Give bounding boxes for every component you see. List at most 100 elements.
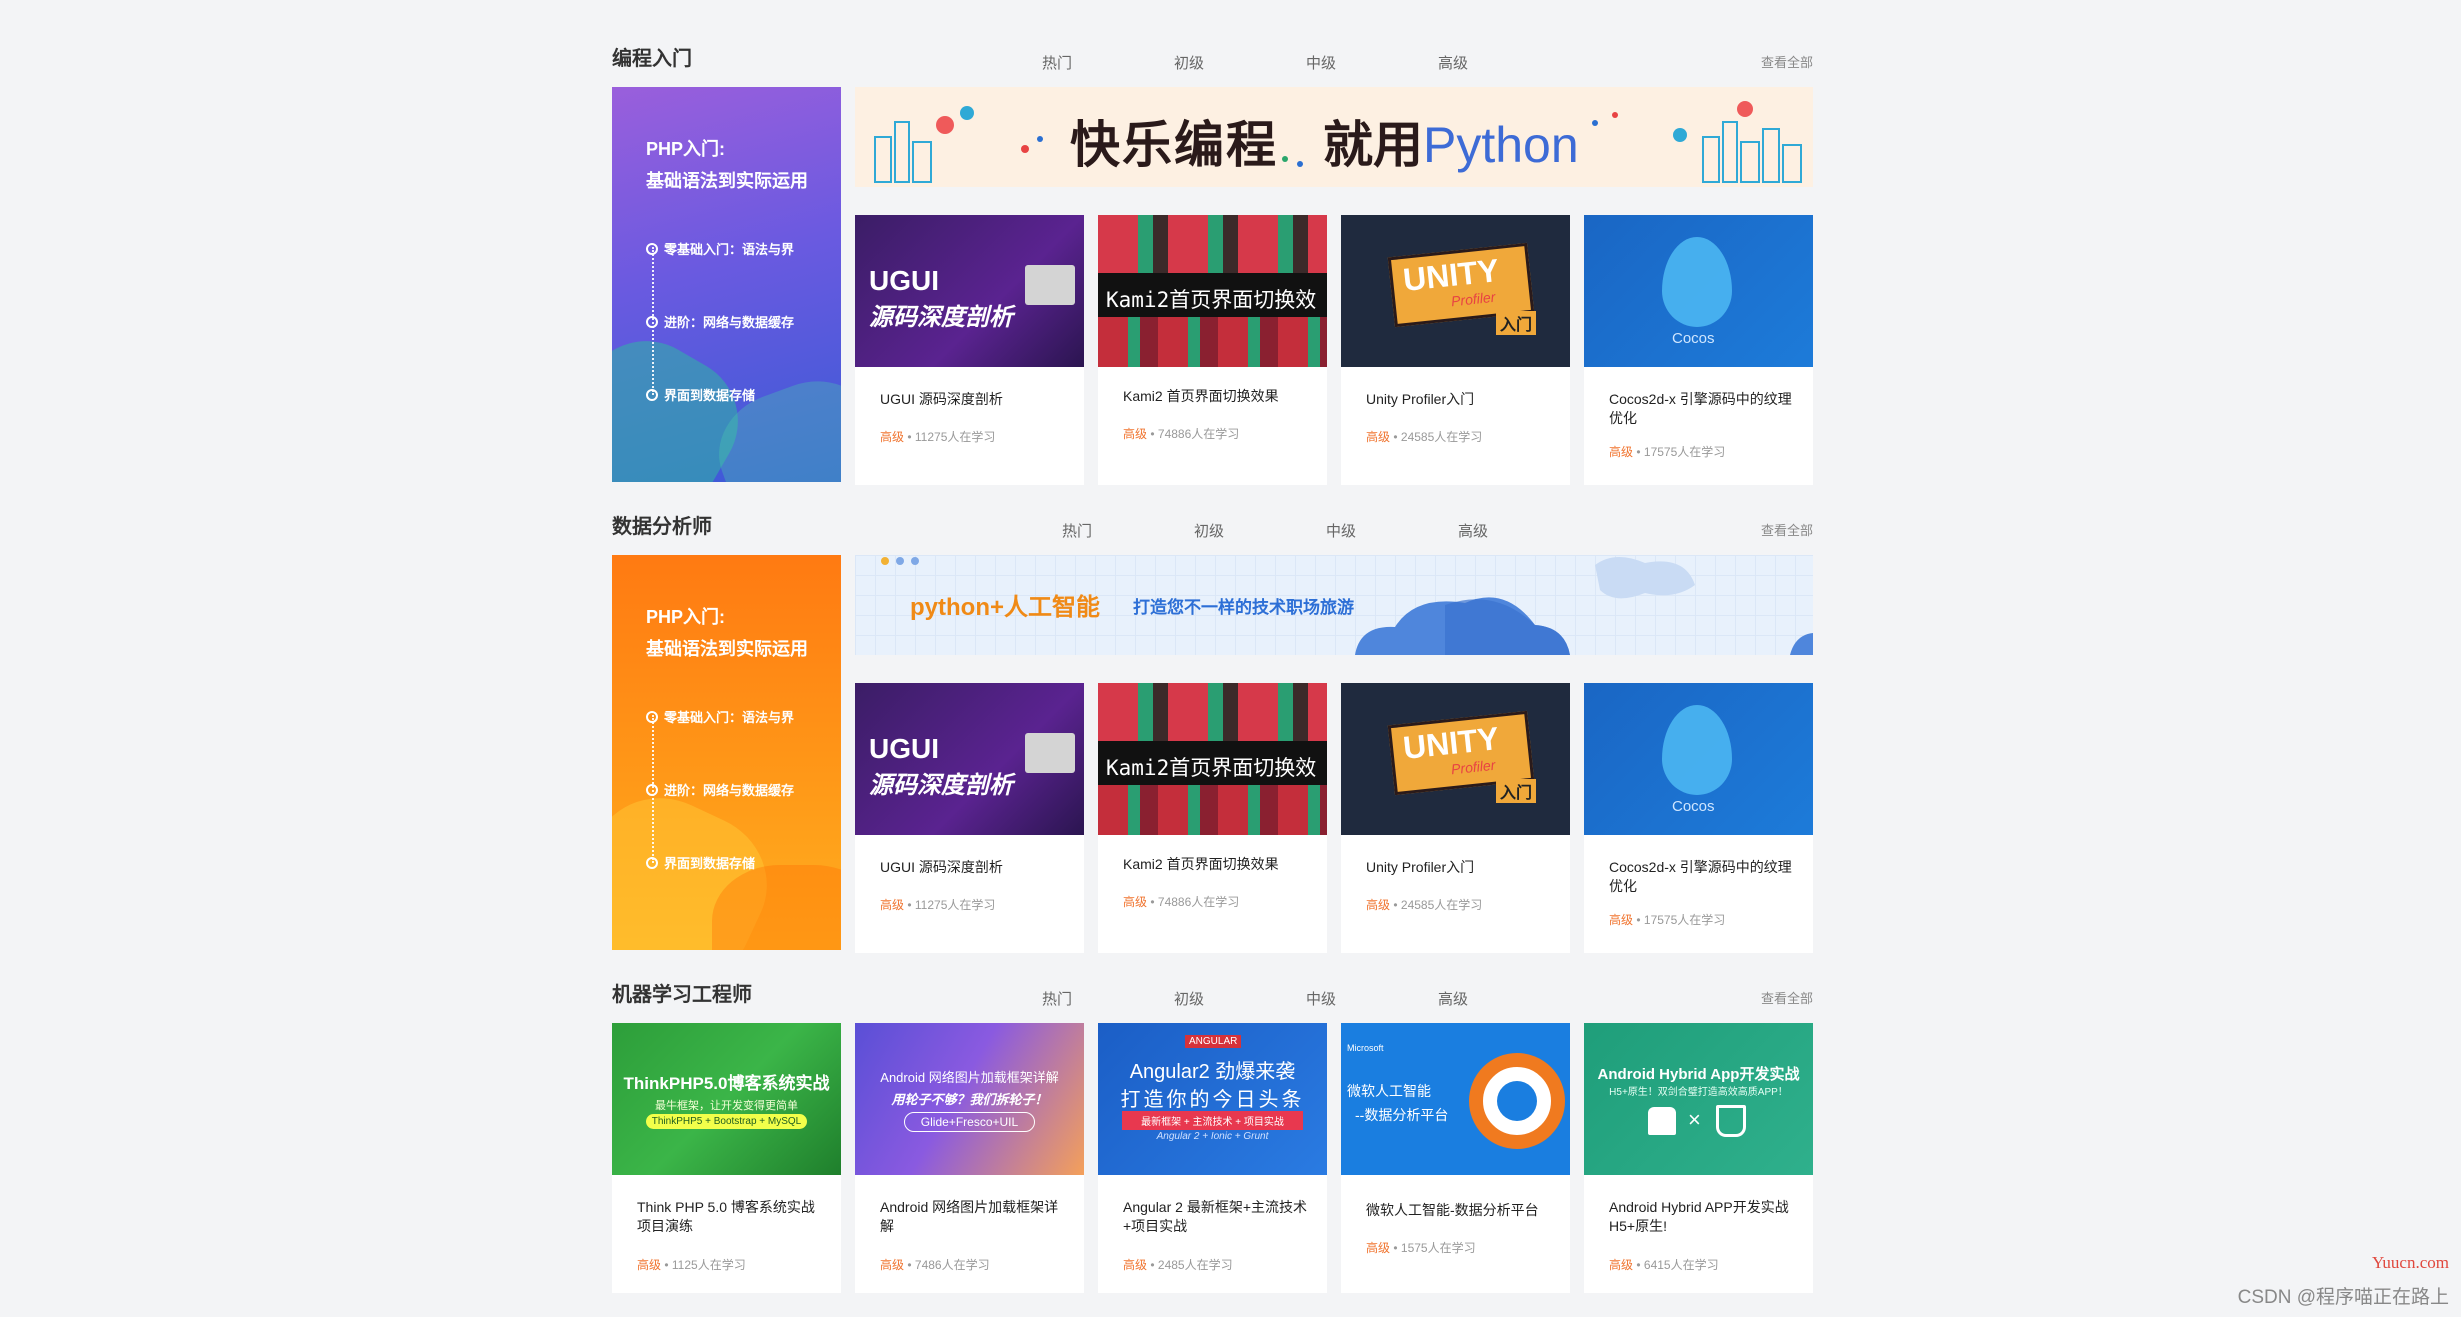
course-thumbnail: Android 网络图片加载框架详解 用轮子不够？我们拆轮子！ Glide+Fr… <box>855 1023 1084 1175</box>
keyboard-icon <box>1025 265 1075 305</box>
section-header: 机器学习工程师 热门 初级 中级 高级 查看全部 <box>612 936 1813 1008</box>
course-card[interactable]: UGUI 源码深度剖析 UGUI 源码深度剖析 高级 • 11275人在学习 <box>855 215 1084 485</box>
course-thumbnail: ThinkPHP5.0博客系统实战 最牛框架，让开发变得更简单 ThinkPHP… <box>612 1023 841 1175</box>
banner-subline: 打造您不一样的技术职场旅游 <box>1133 598 1354 617</box>
timeline-dot-icon <box>646 242 658 255</box>
promo-panel[interactable]: PHP入门: 基础语法到实际运用 零基础入门：语法与界 进阶：网络与数据缓存 界… <box>612 555 841 950</box>
timeline-step: 零基础入门：语法与界 <box>646 239 794 258</box>
timeline-step: 进阶：网络与数据缓存 <box>646 780 794 799</box>
course-card[interactable]: UGUI 源码深度剖析 UGUI 源码深度剖析 高级 • 11275人在学习 <box>855 683 1084 953</box>
course-meta: 高级 • 7486人在学习 <box>880 1258 990 1272</box>
promo-title: PHP入门: <box>646 139 726 159</box>
tab-advanced[interactable]: 高级 <box>1438 52 1468 73</box>
course-meta: 高级 • 24585人在学习 <box>1366 430 1483 444</box>
tab-beginner[interactable]: 初级 <box>1174 52 1204 73</box>
course-title: Kami2 首页界面切换效果 <box>1123 388 1279 404</box>
section-title: 编程入门 <box>612 48 692 70</box>
course-card[interactable]: ThinkPHP5.0博客系统实战 最牛框架，让开发变得更简单 ThinkPHP… <box>612 1023 841 1293</box>
microsoft-logo-icon: Microsoft <box>1347 1043 1384 1053</box>
course-meta: 高级 • 6415人在学习 <box>1609 1258 1719 1272</box>
site-watermark: Yuucn.com <box>2372 1253 2449 1272</box>
course-thumbnail: Cocos <box>1584 215 1813 367</box>
tab-beginner[interactable]: 初级 <box>1194 520 1224 541</box>
droplet-icon <box>1662 237 1732 327</box>
course-title: Unity Profiler入门 <box>1366 391 1475 407</box>
course-card[interactable]: Android Hybrid App开发实战 H5+原生！双剑合璧打造高效高质A… <box>1584 1023 1813 1293</box>
course-meta: 高级 • 17575人在学习 <box>1609 445 1726 459</box>
timeline-step: 界面到数据存储 <box>646 385 755 404</box>
course-card[interactable]: Cocos Cocos2d-x 引擎源码中的纹理优化 高级 • 17575人在学… <box>1584 683 1813 953</box>
view-all-link[interactable]: 查看全部 <box>1761 52 1813 71</box>
course-thumbnail: ANGULAR Angular2 劲爆来袭 打造你的今日头条 最新框架 + 主流… <box>1098 1023 1327 1175</box>
course-card[interactable]: Android 网络图片加载框架详解 用轮子不够？我们拆轮子！ Glide+Fr… <box>855 1023 1084 1293</box>
course-meta: 高级 • 74886人在学习 <box>1123 427 1240 441</box>
promo-panel[interactable]: PHP入门: 基础语法到实际运用 零基础入门：语法与界 进阶：网络与数据缓存 界… <box>612 87 841 482</box>
tab-advanced[interactable]: 高级 <box>1438 988 1468 1009</box>
course-thumbnail: Android Hybrid App开发实战 H5+原生！双剑合璧打造高效高质A… <box>1584 1023 1813 1175</box>
tab-intermediate[interactable]: 中级 <box>1306 988 1336 1009</box>
keyboard-icon <box>1025 733 1075 773</box>
course-meta: 高级 • 1125人在学习 <box>637 1258 746 1272</box>
banner-headline: python+人工智能 <box>910 594 1100 621</box>
course-thumbnail: UNITY Profiler 入门 <box>1341 683 1570 835</box>
course-title: UGUI 源码深度剖析 <box>880 859 1003 875</box>
course-card[interactable]: Kami2首页界面切换效果 Kami2 首页界面切换效果 高级 • 74886人… <box>1098 215 1327 485</box>
promo-subtitle: 基础语法到实际运用 <box>646 171 808 191</box>
tab-intermediate[interactable]: 中级 <box>1326 520 1356 541</box>
promo-subtitle: 基础语法到实际运用 <box>646 639 808 659</box>
view-all-link[interactable]: 查看全部 <box>1761 520 1813 539</box>
course-title: Unity Profiler入门 <box>1366 859 1475 875</box>
timeline-step: 进阶：网络与数据缓存 <box>646 312 794 331</box>
view-all-link[interactable]: 查看全部 <box>1761 988 1813 1007</box>
tab-intermediate[interactable]: 中级 <box>1306 52 1336 73</box>
tab-beginner[interactable]: 初级 <box>1174 988 1204 1009</box>
tab-hot[interactable]: 热门 <box>1042 52 1072 73</box>
course-title: Android Hybrid APP开发实战 H5+原生! <box>1609 1199 1789 1234</box>
course-thumbnail: UNITY Profiler 入门 <box>1341 215 1570 367</box>
course-meta: 高级 • 24585人在学习 <box>1366 898 1483 912</box>
tab-hot[interactable]: 热门 <box>1062 520 1092 541</box>
course-card[interactable]: UNITY Profiler 入门 Unity Profiler入门 高级 • … <box>1341 215 1570 485</box>
banner-headline: 快乐编程 <box>1070 117 1278 173</box>
course-title: Think PHP 5.0 博客系统实战项目演练 <box>637 1199 815 1234</box>
course-card[interactable]: Kami2首页界面切换效果 Kami2 首页界面切换效果 高级 • 74886人… <box>1098 683 1327 953</box>
course-thumbnail: Microsoft 微软人工智能 --数据分析平台 <box>1341 1023 1570 1175</box>
course-meta: 高级 • 2485人在学习 <box>1123 1258 1233 1272</box>
course-card[interactable]: ANGULAR Angular2 劲爆来袭 打造你的今日头条 最新框架 + 主流… <box>1098 1023 1327 1293</box>
timeline-step: 界面到数据存储 <box>646 853 755 872</box>
section-title: 数据分析师 <box>612 516 712 538</box>
course-card[interactable]: Cocos Cocos2d-x 引擎源码中的纹理优化 高级 • 17575人在学… <box>1584 215 1813 485</box>
course-meta: 高级 • 74886人在学习 <box>1123 895 1240 909</box>
tab-hot[interactable]: 热门 <box>1042 988 1072 1009</box>
timeline-dot-icon <box>646 856 658 869</box>
droplet-icon <box>1662 705 1732 795</box>
course-title: UGUI 源码深度剖析 <box>880 391 1003 407</box>
banner-python-ai[interactable]: python+人工智能 打造您不一样的技术职场旅游 <box>855 555 1813 655</box>
course-meta: 高级 • 1575人在学习 <box>1366 1241 1476 1255</box>
course-title: Cocos2d-x 引擎源码中的纹理优化 <box>1609 391 1792 426</box>
timeline-dot-icon <box>646 388 658 401</box>
angular-logo-icon: ANGULAR <box>1185 1035 1242 1048</box>
section-header: 数据分析师 热门 初级 中级 高级 查看全部 <box>612 468 1813 540</box>
course-title: Android 网络图片加载框架详解 <box>880 1199 1059 1234</box>
course-thumbnail: Kami2首页界面切换效果 <box>1098 683 1327 835</box>
course-meta: 高级 • 11275人在学习 <box>880 430 996 444</box>
course-meta: 高级 • 11275人在学习 <box>880 898 996 912</box>
android-icon <box>1648 1107 1676 1135</box>
course-thumbnail: Cocos <box>1584 683 1813 835</box>
timeline-dot-icon <box>646 783 658 796</box>
course-title: Cocos2d-x 引擎源码中的纹理优化 <box>1609 859 1792 894</box>
course-card[interactable]: Microsoft 微软人工智能 --数据分析平台 微软人工智能-数据分析平台 … <box>1341 1023 1570 1293</box>
banner-headline-2: 就用Python <box>1323 117 1579 173</box>
banner-happy-python[interactable]: 快乐编程 就用Python <box>855 87 1813 187</box>
html5-icon <box>1716 1105 1746 1137</box>
course-title: Kami2 首页界面切换效果 <box>1123 856 1279 872</box>
section-title: 机器学习工程师 <box>612 984 752 1006</box>
tab-advanced[interactable]: 高级 <box>1458 520 1488 541</box>
section-header: 编程入门 热门 初级 中级 高级 查看全部 <box>612 0 1813 72</box>
course-title: Angular 2 最新框架+主流技术+项目实战 <box>1123 1199 1307 1234</box>
timeline-dot-icon <box>646 710 658 723</box>
timeline-step: 零基础入门：语法与界 <box>646 707 794 726</box>
course-thumbnail: Kami2首页界面切换效果 <box>1098 215 1327 367</box>
course-card[interactable]: UNITY Profiler 入门 Unity Profiler入门 高级 • … <box>1341 683 1570 953</box>
